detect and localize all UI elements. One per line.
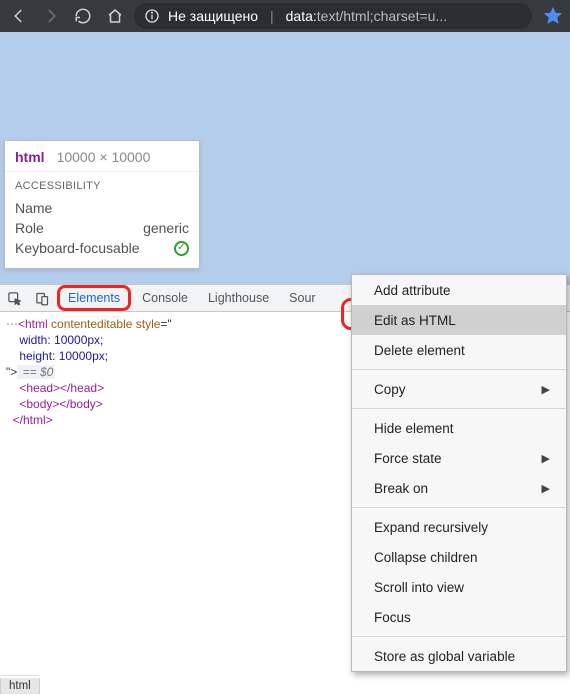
context-menu: Add attribute Edit as HTML Delete elemen… — [351, 274, 567, 672]
bookmark-star-icon[interactable] — [542, 5, 564, 27]
ctx-separator — [352, 369, 566, 370]
ctx-break-on[interactable]: Break on▶ — [352, 473, 566, 503]
url-text: data:text/html;charset=u... — [286, 8, 447, 24]
ctx-separator — [352, 408, 566, 409]
omnibox[interactable]: Не защищено | data:text/html;charset=u..… — [134, 3, 532, 29]
tooltip-dimensions: 10000 × 10000 — [57, 149, 151, 165]
reload-button[interactable] — [70, 3, 96, 29]
ctx-scroll-into-view[interactable]: Scroll into view — [352, 572, 566, 602]
security-text: Не защищено — [168, 8, 258, 24]
tooltip-accessibility-heading: ACCESSIBILITY — [15, 180, 189, 192]
ctx-hide-element[interactable]: Hide element — [352, 413, 566, 443]
ctx-store-global[interactable]: Store as global variable — [352, 641, 566, 671]
tooltip-name-label: Name — [15, 200, 52, 216]
tooltip-tag-name: html — [15, 149, 45, 165]
ctx-collapse-children[interactable]: Collapse children — [352, 542, 566, 572]
back-button[interactable] — [6, 3, 32, 29]
ctx-delete-element[interactable]: Delete element — [352, 335, 566, 365]
forward-button[interactable] — [38, 3, 64, 29]
ctx-separator — [352, 507, 566, 508]
device-toggle-button[interactable] — [28, 284, 56, 312]
breadcrumb-html[interactable]: html — [0, 678, 40, 694]
ctx-edit-as-html[interactable]: Edit as HTML — [352, 305, 566, 335]
tab-console[interactable]: Console — [132, 284, 198, 312]
chevron-right-icon: ▶ — [542, 452, 550, 465]
tooltip-role-value: generic — [143, 220, 189, 236]
tab-elements[interactable]: Elements — [57, 285, 131, 311]
check-icon: ✓ — [174, 241, 189, 256]
browser-toolbar: Не защищено | data:text/html;charset=u..… — [0, 0, 570, 32]
ctx-separator — [352, 636, 566, 637]
home-button[interactable] — [102, 3, 128, 29]
elements-breadcrumb: html — [0, 675, 40, 695]
tooltip-keyboard-label: Keyboard-focusable — [15, 240, 140, 256]
tab-sources[interactable]: Sour — [279, 284, 325, 312]
info-icon — [144, 8, 160, 24]
ctx-add-attribute[interactable]: Add attribute — [352, 275, 566, 305]
tooltip-role-label: Role — [15, 220, 44, 236]
chevron-right-icon: ▶ — [542, 482, 550, 495]
inspect-button[interactable] — [0, 284, 28, 312]
omnibox-separator: | — [266, 8, 278, 24]
tab-lighthouse[interactable]: Lighthouse — [198, 284, 279, 312]
chevron-right-icon: ▶ — [542, 383, 550, 396]
ctx-copy[interactable]: Copy▶ — [352, 374, 566, 404]
ctx-force-state[interactable]: Force state▶ — [352, 443, 566, 473]
ctx-focus[interactable]: Focus — [352, 602, 566, 632]
element-tooltip: html 10000 × 10000 ACCESSIBILITY Name Ro… — [4, 140, 200, 269]
ctx-expand-recursively[interactable]: Expand recursively — [352, 512, 566, 542]
